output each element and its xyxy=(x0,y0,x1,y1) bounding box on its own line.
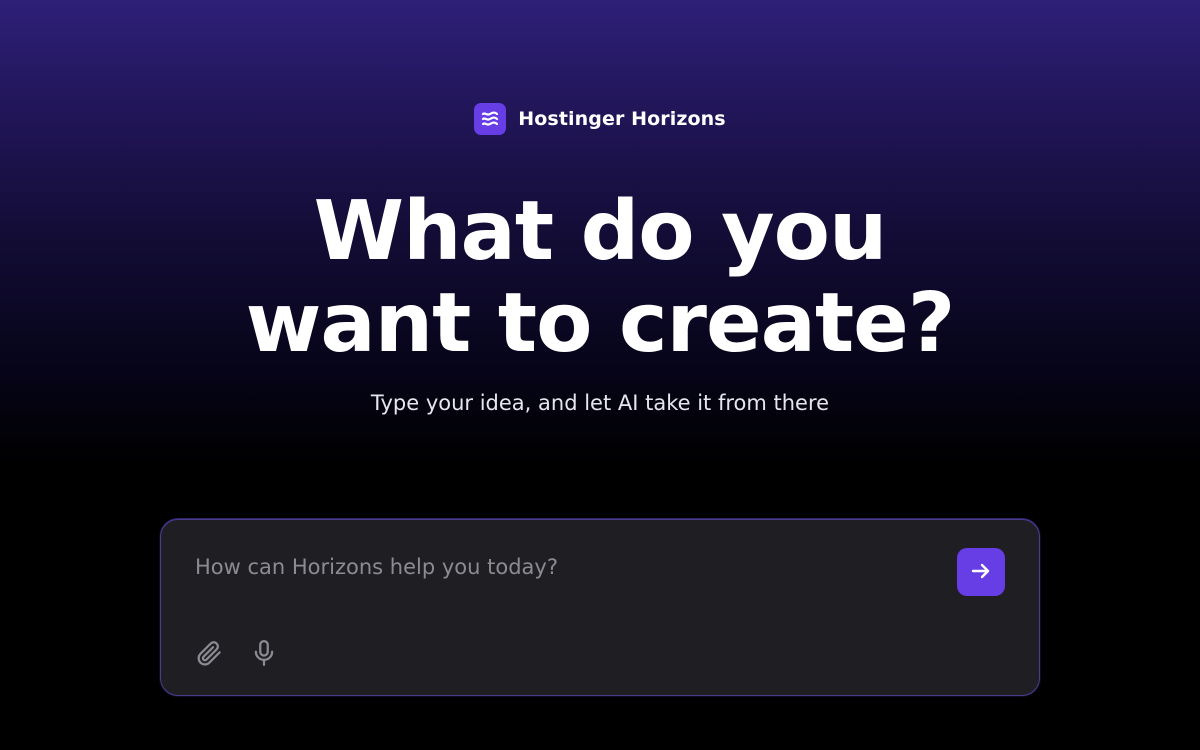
brand-name: Hostinger Horizons xyxy=(518,108,726,130)
microphone-button[interactable] xyxy=(244,634,284,674)
brand-header: Hostinger Horizons xyxy=(0,103,1200,135)
send-button[interactable] xyxy=(957,548,1005,596)
paperclip-icon xyxy=(194,638,224,671)
microphone-icon xyxy=(249,638,279,671)
attach-button[interactable] xyxy=(189,634,229,674)
horizons-waves-icon xyxy=(474,103,507,135)
page-title: What do you want to create? xyxy=(0,186,1200,370)
headline-line-2: want to create? xyxy=(245,276,956,371)
arrow-right-icon xyxy=(969,559,993,586)
prompt-box xyxy=(160,519,1040,696)
headline-line-1: What do you xyxy=(313,184,888,279)
prompt-input[interactable] xyxy=(195,550,935,584)
page-subtitle: Type your idea, and let AI take it from … xyxy=(370,391,830,415)
